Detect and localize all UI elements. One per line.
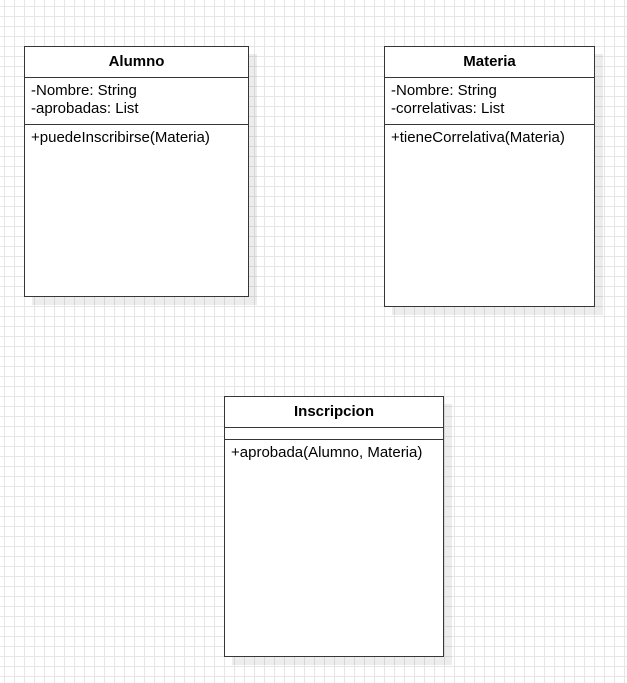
method[interactable]: +tieneCorrelativa(Materia)	[391, 129, 588, 147]
class-name: Materia	[385, 47, 594, 78]
methods-section: +aprobada(Alumno, Materia)	[225, 440, 443, 656]
attribute[interactable]: -Nombre: String	[31, 82, 242, 100]
attribute[interactable]: -Nombre: String	[391, 82, 588, 100]
attributes-section	[225, 428, 443, 440]
attribute[interactable]: -correlativas: List	[391, 100, 588, 118]
methods-section: +tieneCorrelativa(Materia)	[385, 125, 594, 306]
attributes-section: -Nombre: String -correlativas: List	[385, 78, 594, 125]
attribute[interactable]: -aprobadas: List	[31, 100, 242, 118]
method[interactable]: +aprobada(Alumno, Materia)	[231, 444, 437, 462]
methods-section: +puedeInscribirse(Materia)	[25, 125, 248, 296]
class-name: Alumno	[25, 47, 248, 78]
class-alumno[interactable]: Alumno -Nombre: String -aprobadas: List …	[24, 46, 249, 297]
class-materia[interactable]: Materia -Nombre: String -correlativas: L…	[384, 46, 595, 307]
class-inscripcion[interactable]: Inscripcion +aprobada(Alumno, Materia)	[224, 396, 444, 657]
method[interactable]: +puedeInscribirse(Materia)	[31, 129, 242, 147]
attributes-section: -Nombre: String -aprobadas: List	[25, 78, 248, 125]
class-name: Inscripcion	[225, 397, 443, 428]
